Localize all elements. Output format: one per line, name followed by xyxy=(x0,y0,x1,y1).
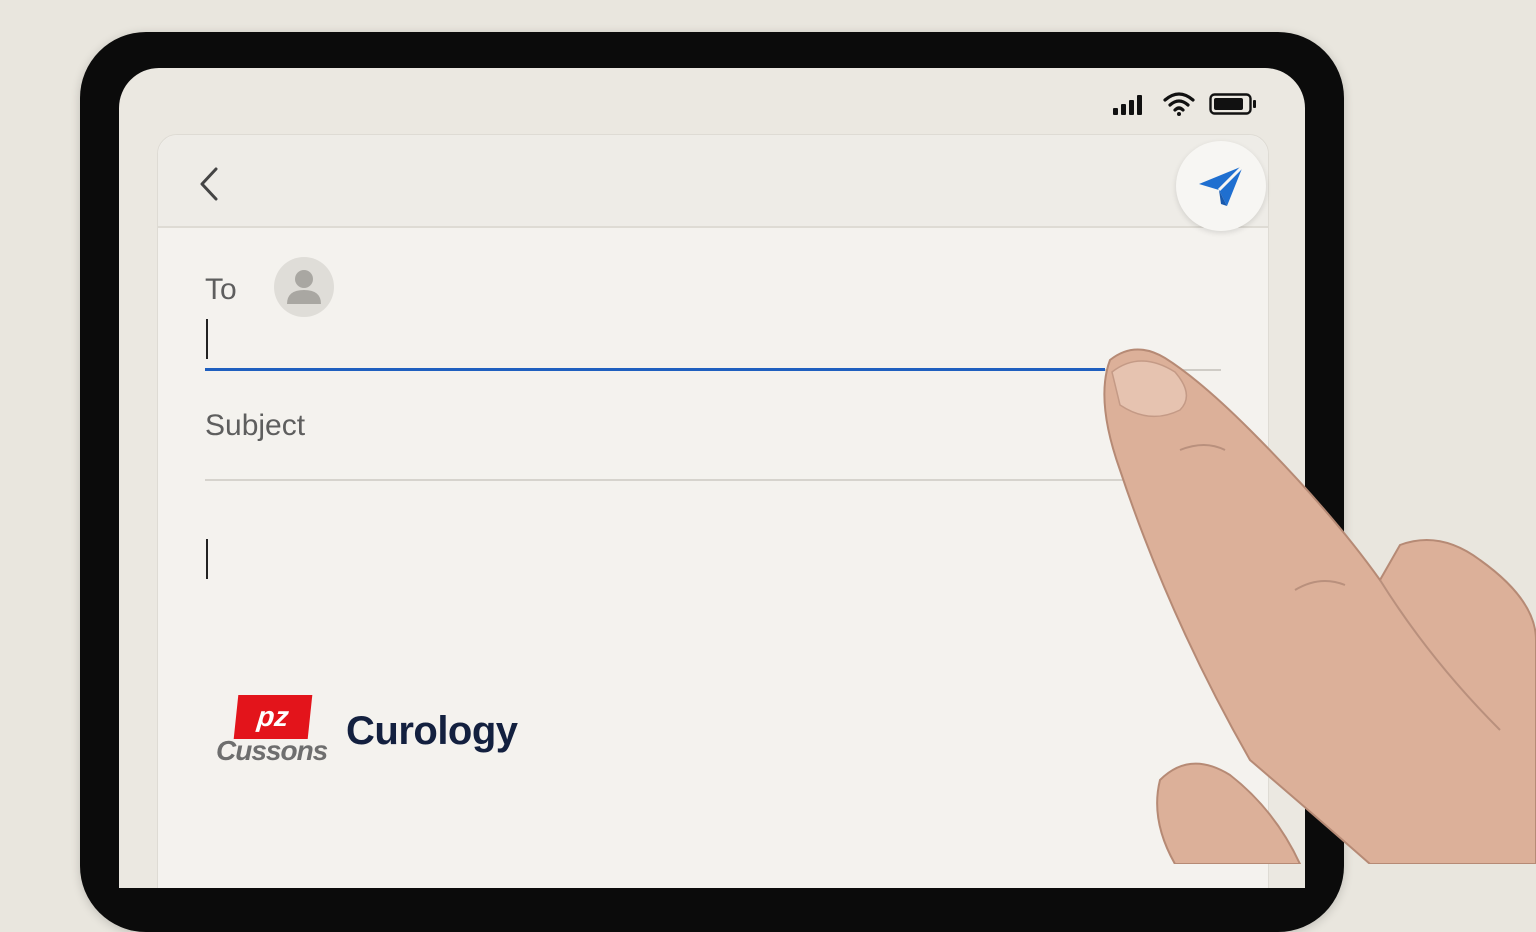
signal-icon xyxy=(1113,95,1142,115)
compose-toolbar xyxy=(158,135,1268,231)
compose-card: To Subject pz Cussons Curology xyxy=(157,134,1269,888)
signature-logos: pz Cussons Curology xyxy=(216,695,518,767)
person-icon xyxy=(287,270,321,304)
status-bar xyxy=(1113,92,1257,116)
back-button[interactable] xyxy=(196,165,224,203)
curology-logo: Curology xyxy=(346,708,518,753)
pz-name: Cussons xyxy=(216,735,328,766)
wifi-icon xyxy=(1163,92,1195,116)
chevron-left-icon xyxy=(200,167,218,201)
send-icon xyxy=(1199,164,1245,206)
pz-cussons-logo: pz Cussons xyxy=(216,695,328,767)
send-button[interactable] xyxy=(1176,141,1266,231)
subject-placeholder: Subject xyxy=(205,409,306,442)
to-input[interactable] xyxy=(205,315,1221,371)
tablet-screen: To Subject pz Cussons Curology xyxy=(119,68,1305,888)
pz-mark: pz xyxy=(233,695,313,739)
battery-icon xyxy=(1209,93,1256,115)
body-input[interactable] xyxy=(205,515,1221,675)
subject-input[interactable]: Subject xyxy=(205,405,1221,481)
recipient-avatar[interactable] xyxy=(274,257,334,317)
text-caret xyxy=(206,319,208,359)
to-label: To xyxy=(205,273,237,306)
focus-underline xyxy=(205,368,1105,371)
text-caret xyxy=(206,539,208,579)
